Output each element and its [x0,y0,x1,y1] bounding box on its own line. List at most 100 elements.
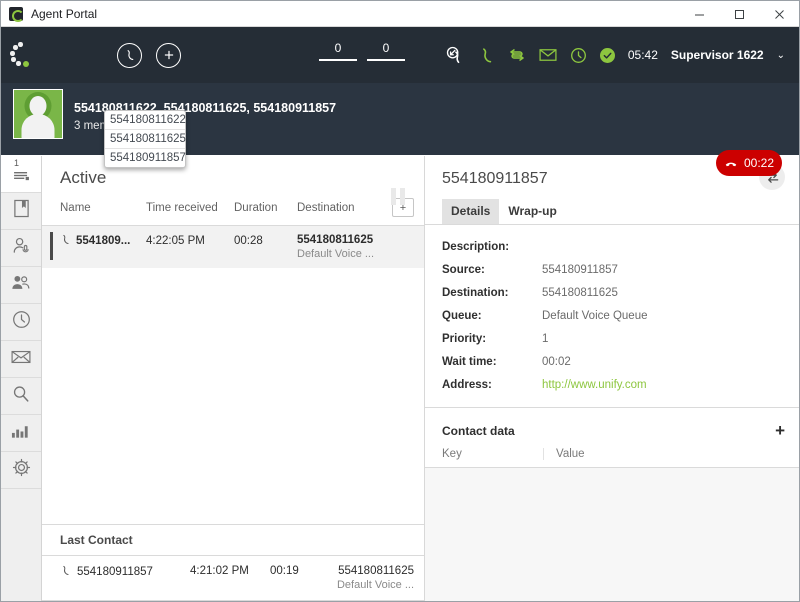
add-contact-data-button[interactable]: + [775,422,785,439]
session-time: 05:42 [627,48,658,62]
contact-data-columns: Key Value [425,448,799,468]
active-table-header: Name Time received Duration Destination … [42,198,424,226]
detail-value: 1 [542,333,549,345]
header-counters: 0 0 [319,41,405,61]
main-body: 1 Active Name Time received Duration Des… [1,156,799,601]
minimize-button[interactable] [679,1,719,27]
details-tabs: Details Wrap-up [425,199,799,225]
app-logo-icon [9,6,24,22]
counter-2[interactable]: 0 [367,41,405,61]
members-dropdown-item-3[interactable]: 554180911857 [105,149,186,167]
detail-value-link[interactable]: http://www.unify.com [542,379,647,391]
detail-row-source: Source: 554180911857 [442,264,799,276]
incoming-call-icon[interactable] [446,46,465,65]
sidebar-item-bookmarks[interactable] [1,193,41,230]
column-header-time-received[interactable]: Time received [146,202,234,214]
header-right-cluster: 05:42 Supervisor 1622 ⌄ [446,27,785,83]
row-queue-label: Default Voice ... [297,248,375,260]
add-call-button[interactable] [156,42,181,68]
row-name-label: 5541809... [76,235,131,247]
detail-row-address: Address: http://www.unify.com [442,379,799,391]
sidebar-item-settings[interactable] [1,452,41,489]
sidebar-item-mail[interactable] [1,341,41,378]
app-header: 0 0 05:42 Supervisor 1622 ⌄ [1,27,799,83]
last-contact-title: Last Contact [42,525,424,556]
sidebar-queue-badge: 1 [14,158,20,168]
chevron-down-icon[interactable]: ⌄ [777,50,785,61]
last-contact-queue-label: Default Voice ... [336,579,414,591]
sidebar-item-queue[interactable]: 1 [1,156,41,193]
sidebar-item-team[interactable] [1,267,41,304]
unify-dots-logo-icon [9,40,39,70]
contact-details-panel: 554180911857 Details Wrap-up Description… [425,156,799,601]
tab-details[interactable]: Details [442,199,500,224]
detail-row-priority: Priority: 1 [442,333,799,345]
members-dropdown-item-2[interactable]: 554180811625 [105,130,186,149]
column-header-destination[interactable]: Destination [297,202,392,214]
maximize-button[interactable] [719,1,759,27]
row-destination: 554180811625 Default Voice ... [297,234,414,260]
active-contacts-panel: Active Name Time received Duration Desti… [42,156,425,601]
window-controls [679,1,799,27]
header-action-buttons [117,42,181,68]
sidebar-item-history[interactable] [1,304,41,341]
contact-data-title: Contact data [442,423,515,438]
members-dropdown[interactable]: 554180811622 554180811625 554180911857 [104,110,186,168]
current-user-label[interactable]: Supervisor 1622 [671,48,764,62]
row-name-cell: 5541809... [60,234,146,248]
settings-gear-icon [12,458,31,482]
hangup-timer: 00:22 [743,156,775,170]
hangup-phone-icon [725,162,737,167]
row-destination-label: 554180811625 [297,234,374,246]
transfer-icon[interactable] [508,46,526,64]
sidebar-item-agent[interactable] [1,230,41,267]
sidebar-item-search[interactable] [1,378,41,415]
tab-wrap-up[interactable]: Wrap-up [499,199,565,224]
clock-pending-icon[interactable] [570,47,587,64]
hold-pause-button[interactable] [391,188,405,205]
row-time-received: 4:22:05 PM [146,235,205,247]
team-icon [11,274,31,296]
last-contact-time: 4:21:02 PM [190,565,249,577]
detail-row-destination: Destination: 554180811625 [442,287,799,299]
history-clock-icon [12,310,31,334]
table-row[interactable]: 5541809... 4:22:05 PM 00:28 554180811625… [42,226,424,268]
detail-key: Wait time: [442,356,497,368]
mail-icon [11,349,31,370]
last-contact-row[interactable]: 554180911857 4:21:02 PM 00:19 5541808116… [42,556,424,601]
statistics-icon [11,423,31,444]
row-duration: 00:28 [234,235,263,247]
close-button[interactable] [759,1,799,27]
column-header-name[interactable]: Name [60,202,146,214]
detail-row-wait-time: Wait time: 00:02 [442,356,799,368]
detail-row-description: Description: [442,241,799,253]
counter-1[interactable]: 0 [319,41,357,61]
phone-handset-icon [60,565,71,579]
sidebar-item-statistics[interactable] [1,415,41,452]
status-available-icon[interactable] [599,47,615,63]
active-list-empty-area [42,268,424,524]
contact-data-column-value: Value [556,448,585,460]
window-title: Agent Portal [31,6,98,21]
search-icon [12,385,30,408]
mail-icon[interactable] [539,46,557,64]
detail-row-queue: Queue: Default Voice Queue [442,310,799,322]
contact-data-column-key: Key [442,448,544,460]
phone-handset-icon [60,234,71,248]
last-contact-duration: 00:19 [270,565,299,577]
detail-key: Priority: [442,333,487,345]
sidebar-spacer [1,489,41,601]
members-dropdown-item-1[interactable]: 554180811622 [105,111,186,130]
hangup-button[interactable]: 00:22 [716,150,782,176]
column-header-duration[interactable]: Duration [234,202,297,214]
last-contact-destination: 554180811625 Default Voice ... [330,565,414,591]
contact-data-empty-area [425,468,799,601]
detail-key: Source: [442,264,485,276]
detail-key: Queue: [442,310,482,322]
detail-value: Default Voice Queue [542,310,648,322]
last-contact-name-label: 554180911857 [77,566,153,578]
avatar [13,89,63,139]
phone-handset-icon[interactable] [478,47,495,64]
detail-value: 554180811625 [542,287,618,299]
make-call-button[interactable] [117,42,142,68]
